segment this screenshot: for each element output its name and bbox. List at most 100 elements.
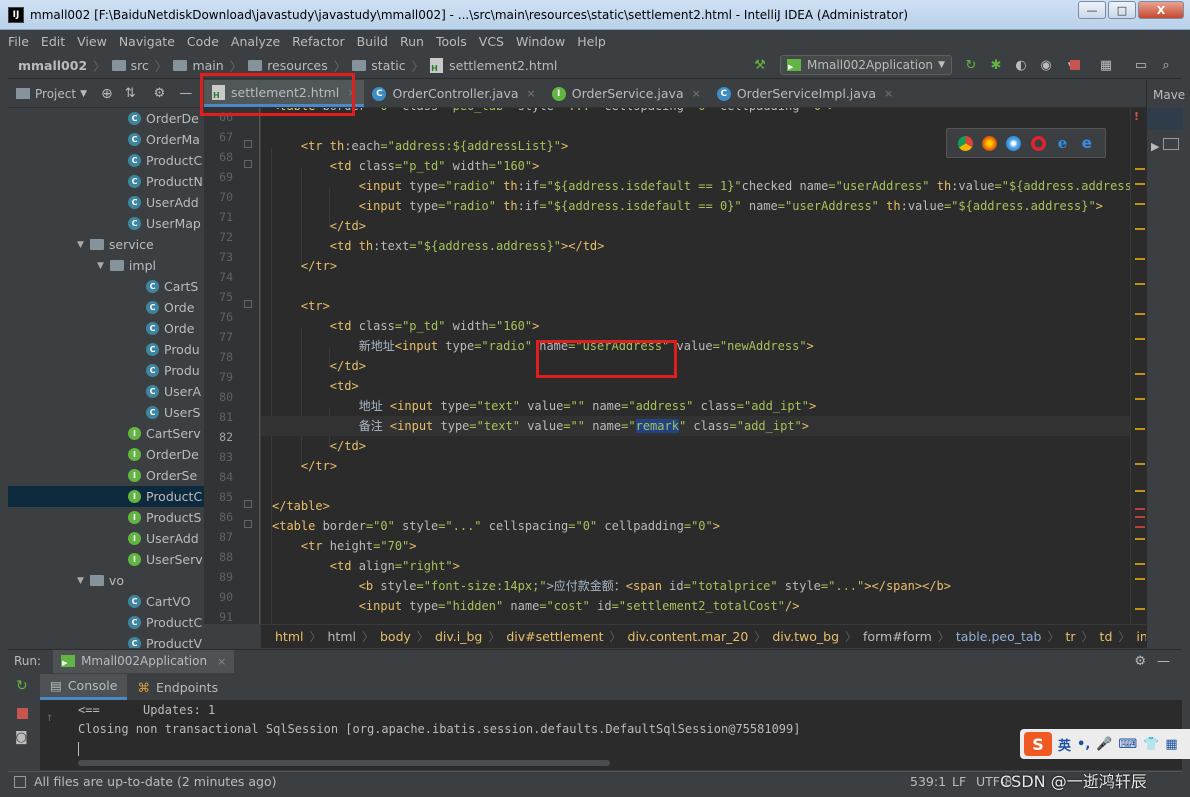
warning-mark[interactable] (1135, 283, 1145, 285)
profile-icon[interactable]: ◉ (1038, 57, 1054, 73)
tree-item[interactable]: I OrderDe (8, 444, 204, 465)
code-line[interactable]: 备注 <input type="text" value="" name="rem… (261, 416, 1130, 436)
ime-punctuation[interactable]: •, (1077, 737, 1090, 752)
warning-mark[interactable] (1135, 183, 1145, 185)
close-icon[interactable]: × (692, 87, 701, 100)
console-scrollbar[interactable] (78, 760, 610, 766)
code-line[interactable]: </td> (272, 216, 366, 236)
tree-item[interactable]: I UserAdd (8, 528, 204, 549)
tree-item[interactable]: C ProductV (8, 633, 204, 648)
hide-icon[interactable]: — (1157, 654, 1170, 669)
path-crumb[interactable]: Hsettlement2.html (430, 57, 557, 73)
menu-build[interactable]: Build (357, 34, 388, 49)
toolbox-icon[interactable]: ▦ (1165, 737, 1177, 752)
menu-view[interactable]: View (77, 34, 107, 49)
warning-mark[interactable] (1135, 428, 1145, 430)
search-icon[interactable]: ⌕ (1158, 57, 1174, 73)
tree-item[interactable]: C CartVO (8, 591, 204, 612)
tab-ordercontroller-java[interactable]: C OrderController.java × (364, 80, 543, 107)
editor-breadcrumb-item[interactable]: html (328, 629, 356, 644)
tree-item[interactable]: C ProductC (8, 150, 204, 171)
microphone-icon[interactable]: 🎤 (1096, 737, 1112, 752)
tree-item[interactable]: I CartServ (8, 423, 204, 444)
tab-orderservice-java[interactable]: I OrderService.java × (544, 80, 709, 107)
caret-position[interactable]: 539:1 (910, 774, 946, 789)
tree-item[interactable]: ▼ service (8, 234, 204, 255)
tree-item[interactable]: C Orde (8, 318, 204, 339)
maximize-button[interactable]: □ (1108, 1, 1136, 19)
warning-mark[interactable] (1135, 563, 1145, 565)
project-structure-icon[interactable]: ▦ (1098, 57, 1114, 73)
tree-item[interactable]: C ProductN (8, 171, 204, 192)
maven-label[interactable]: Mave (1153, 88, 1185, 102)
stop-icon[interactable] (1070, 60, 1080, 70)
project-panel-label[interactable]: Project (35, 87, 76, 101)
coverage-icon[interactable]: ◐ (1013, 57, 1029, 73)
warning-mark[interactable] (1135, 508, 1145, 510)
tree-item[interactable]: I OrderSe (8, 465, 204, 486)
fold-marker-icon[interactable] (244, 300, 252, 308)
editor-breadcrumb-item[interactable]: form#form (863, 629, 932, 644)
chevron-down-icon[interactable]: ▼ (80, 89, 87, 99)
path-crumb[interactable]: main 〉 (173, 56, 242, 75)
editor-breadcrumb-item[interactable]: div.content.mar_20 (628, 629, 749, 644)
expand-arrow-icon[interactable]: ▼ (77, 576, 84, 586)
warning-mark[interactable] (1135, 338, 1145, 340)
tree-item[interactable]: C OrderDe (8, 108, 204, 129)
tree-item[interactable]: ▼ impl (8, 255, 204, 276)
close-icon[interactable]: × (527, 87, 536, 100)
menu-window[interactable]: Window (516, 34, 565, 49)
tree-item[interactable]: C Orde (8, 297, 204, 318)
gear-icon[interactable]: ⚙ (154, 86, 166, 101)
menu-analyze[interactable]: Analyze (231, 34, 280, 49)
ime-language[interactable]: 英 (1058, 735, 1071, 754)
tree-item[interactable]: C Produ (8, 360, 204, 381)
code-line[interactable]: <input type="hidden" name="cost" id="set… (272, 596, 800, 616)
path-crumb[interactable]: resources 〉 (248, 56, 346, 75)
code-line[interactable]: </tr> (272, 456, 337, 476)
menu-edit[interactable]: Edit (41, 34, 65, 49)
warning-mark[interactable] (1135, 608, 1145, 610)
menu-refactor[interactable]: Refactor (292, 34, 344, 49)
warning-mark[interactable] (1135, 168, 1145, 170)
camera-icon[interactable]: ◙ (15, 730, 28, 745)
code-line[interactable]: <table border="0" class="peo_tab" style=… (272, 108, 836, 116)
code-line[interactable]: </td> (272, 356, 366, 376)
tree-item[interactable]: I ProductS (8, 507, 204, 528)
close-icon[interactable]: × (217, 655, 226, 668)
menu-tools[interactable]: Tools (436, 34, 467, 49)
warning-mark[interactable] (1135, 398, 1145, 400)
code-line[interactable]: <td> (272, 376, 359, 396)
path-crumb[interactable]: mmall002 〉 (18, 56, 106, 75)
tree-item[interactable]: C OrderMa (8, 129, 204, 150)
warning-mark[interactable] (1135, 578, 1145, 580)
collapse-icon[interactable]: ⇅ (125, 86, 136, 101)
keyboard-icon[interactable]: ⌨ (1118, 737, 1137, 752)
warning-mark[interactable] (1135, 463, 1145, 465)
editor-breadcrumb-item[interactable]: tr (1065, 629, 1075, 644)
run-tab-endpoints[interactable]: ⌘ Endpoints (127, 674, 228, 700)
rerun-icon[interactable]: ↻ (963, 57, 979, 73)
code-line[interactable]: <td class="p_td" width="160"> (272, 156, 540, 176)
menu-file[interactable]: File (8, 34, 29, 49)
tree-item[interactable]: C UserMap (8, 213, 204, 234)
editor-breadcrumb-item[interactable]: div#settlement (506, 629, 603, 644)
editor-breadcrumb-item[interactable]: div.two_bg (772, 629, 839, 644)
line-separator[interactable]: LF (952, 774, 966, 789)
warning-mark[interactable] (1135, 490, 1145, 492)
code-line[interactable]: <input type="radio" th:if="${address.isd… (272, 176, 1130, 196)
gear-icon[interactable]: ⚙ (1134, 654, 1146, 669)
editor-breadcrumb-item[interactable]: td (1100, 629, 1113, 644)
ie-icon[interactable]: e (1054, 134, 1070, 152)
code-line[interactable]: </table> (272, 496, 330, 516)
code-line[interactable]: </tr> (272, 256, 337, 276)
terminal-icon[interactable]: ▭ (1133, 57, 1149, 73)
tree-item[interactable]: I UserServ (8, 549, 204, 570)
tree-item[interactable]: C Produ (8, 339, 204, 360)
editor-breadcrumb-item[interactable]: div.i_bg (435, 629, 482, 644)
warning-mark[interactable] (1135, 373, 1145, 375)
code-line[interactable]: 地址 <input type="text" value="" name="add… (272, 396, 817, 416)
run-config-tab[interactable]: ▶ Mmall002Application × (53, 649, 235, 673)
menu-code[interactable]: Code (187, 34, 219, 49)
error-stripe[interactable]: ! (1130, 108, 1146, 624)
